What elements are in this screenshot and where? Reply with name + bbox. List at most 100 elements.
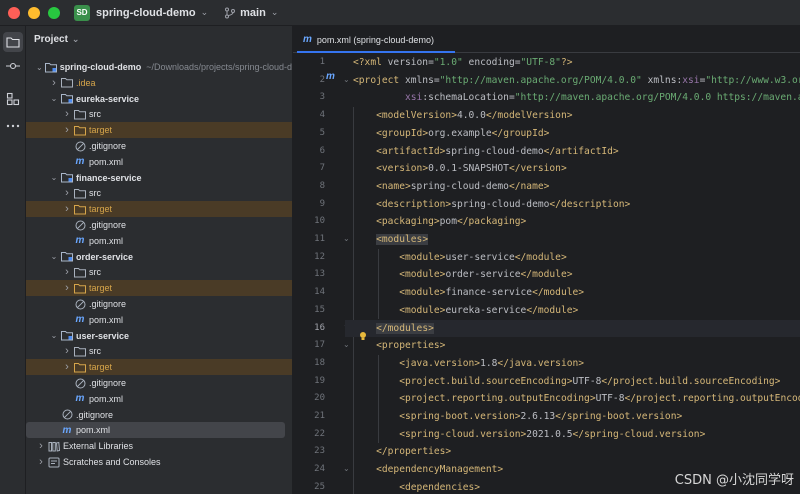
tree-item[interactable]: › target [26, 201, 292, 218]
chevron-right-icon[interactable]: › [62, 187, 72, 199]
chevron-right-icon[interactable]: › [62, 266, 72, 278]
tree-item-label: target [89, 204, 113, 215]
tree-item[interactable]: ⌄ spring-cloud-demo ~/Downloads/projects/s… [26, 59, 293, 75]
lightbulb-icon[interactable] [358, 331, 368, 341]
code-line: <packaging>pom</packaging> [376, 216, 527, 228]
chevron-right-icon[interactable]: › [62, 124, 72, 136]
chevron-right-icon[interactable]: › [62, 282, 72, 294]
chevron-right-icon[interactable]: › [62, 203, 72, 215]
chevron-down-icon[interactable]: ⌄ [72, 34, 80, 45]
fold-marker-icon[interactable]: ⌄ [343, 340, 350, 349]
maven-icon: m [75, 235, 85, 247]
line-number: 19 [314, 375, 325, 386]
project-badge[interactable]: SD [74, 4, 90, 21]
line-number: 15 [314, 304, 325, 315]
tree-item[interactable]: › src [26, 264, 292, 280]
tree-item[interactable]: ⌄ order-service [26, 249, 292, 265]
line-number: 13 [314, 269, 325, 280]
tree-item[interactable]: › src [26, 343, 292, 359]
line-number: 17 [314, 340, 325, 351]
project-tool-button[interactable] [3, 32, 23, 52]
chevron-right-icon[interactable]: › [49, 77, 59, 89]
tree-item[interactable]: .gitignore [26, 407, 292, 423]
tree-item[interactable]: › .idea [26, 75, 292, 91]
fold-marker-icon[interactable]: ⌄ [343, 75, 350, 84]
more-tools-button[interactable] [3, 116, 23, 136]
tree-item[interactable]: › target [26, 280, 292, 297]
code-line: <description>spring-cloud-demo</descript… [376, 198, 631, 210]
tree-item[interactable]: › External Libraries [26, 438, 292, 454]
tree-item-label: .gitignore [76, 409, 114, 420]
code-line: <project xmlns="http://maven.apache.org/… [353, 74, 800, 86]
tree-item-path-hint: ~/Downloads/projects/spring-cloud-demo [146, 62, 293, 72]
project-switcher[interactable]: spring-cloud-demo [96, 7, 196, 19]
tab-label: pom.xml (spring-cloud-demo) [316, 34, 434, 45]
tree-item[interactable]: .gitignore [26, 375, 292, 391]
chevron-down-icon[interactable]: ⌄ [49, 252, 59, 261]
chevron-down-icon[interactable]: ⌄ [49, 94, 59, 103]
tree-item-label: src [89, 346, 101, 357]
tree-item-label: src [89, 188, 101, 199]
line-number: 25 [314, 481, 325, 492]
maven-gutter-icon[interactable]: m [326, 71, 335, 82]
code-line: <java.version>1.8</java.version> [399, 357, 585, 369]
tree-item-label: .gitignore [89, 299, 127, 309]
commit-tool-button[interactable] [3, 56, 23, 76]
tree-item[interactable]: m pom.xml [26, 312, 292, 328]
libraries-icon [48, 440, 60, 452]
excluded-folder-icon [74, 282, 86, 294]
tree-item[interactable]: › src [26, 106, 292, 122]
tree-item-label: src [89, 267, 101, 278]
chevron-right-icon[interactable]: › [62, 108, 72, 120]
tree-item-label: Scratches and Consoles [63, 457, 161, 467]
line-number: 23 [314, 446, 325, 457]
tree-item-label: External Libraries [63, 441, 134, 452]
tree-item[interactable]: .gitignore [26, 296, 292, 312]
tree-item[interactable]: ⌄ eureka-service [26, 91, 292, 107]
tree-item-label: eureka-service [76, 93, 140, 104]
line-number: 16 [314, 322, 325, 333]
chevron-down-icon[interactable]: ⌄ [36, 63, 43, 72]
tree-item[interactable]: › target [26, 122, 292, 139]
chevron-right-icon[interactable]: › [36, 456, 46, 468]
tree-item[interactable]: m pom.xml [26, 422, 285, 439]
tree-item[interactable]: m pom.xml [26, 391, 292, 407]
chevron-down-icon[interactable]: ⌄ [49, 331, 59, 340]
folder-icon [74, 108, 86, 120]
structure-tool-button[interactable] [3, 89, 23, 109]
tree-item[interactable]: .gitignore [26, 138, 292, 154]
tree-item[interactable]: › src [26, 185, 292, 201]
chevron-down-icon[interactable]: ⌄ [271, 7, 279, 18]
tree-item[interactable]: .gitignore [26, 217, 292, 233]
project-panel-header[interactable]: Project ⌄ [26, 26, 292, 53]
close-window-button[interactable] [8, 6, 20, 19]
chevron-down-icon[interactable]: ⌄ [201, 7, 209, 18]
tree-item[interactable]: ⌄ user-service [26, 328, 292, 344]
code-line: <spring-boot.version>2.6.13</spring-boot… [399, 411, 683, 422]
fold-marker-icon[interactable]: ⌄ [343, 464, 350, 473]
tree-item[interactable]: › Scratches and Consoles [26, 454, 292, 470]
editor-area: m pom.xml (spring-cloud-demo) 1 <?xml ver… [293, 26, 800, 494]
branch-switcher[interactable]: main [240, 7, 266, 19]
maximize-window-button[interactable] [48, 6, 60, 19]
chevron-right-icon[interactable]: › [62, 361, 72, 373]
fold-marker-icon[interactable]: ⌄ [343, 234, 350, 243]
minimize-window-button[interactable] [28, 6, 40, 19]
project-panel-title: Project [34, 34, 68, 45]
tree-item-label: pom.xml [89, 314, 124, 325]
tree-item[interactable]: ⌄ finance-service [26, 170, 292, 186]
tree-item-label: pom.xml [76, 425, 111, 436]
tree-item[interactable]: m pom.xml [26, 233, 292, 249]
folder-icon [61, 77, 73, 89]
code-line: </modules> [345, 319, 800, 338]
tree-item[interactable]: › target [26, 359, 292, 376]
chevron-right-icon[interactable]: › [36, 440, 46, 452]
code-line: <dependencies> [399, 481, 481, 493]
code-line: <version>0.0.1-SNAPSHOT</version> [376, 163, 567, 175]
tree-item[interactable]: m pom.xml [26, 154, 292, 170]
chevron-right-icon[interactable]: › [62, 345, 72, 357]
module-folder-icon [61, 330, 73, 342]
line-number: 21 [314, 411, 325, 421]
tab-pom-xml[interactable]: m pom.xml (spring-cloud-demo) [293, 26, 444, 53]
chevron-down-icon[interactable]: ⌄ [49, 173, 59, 182]
